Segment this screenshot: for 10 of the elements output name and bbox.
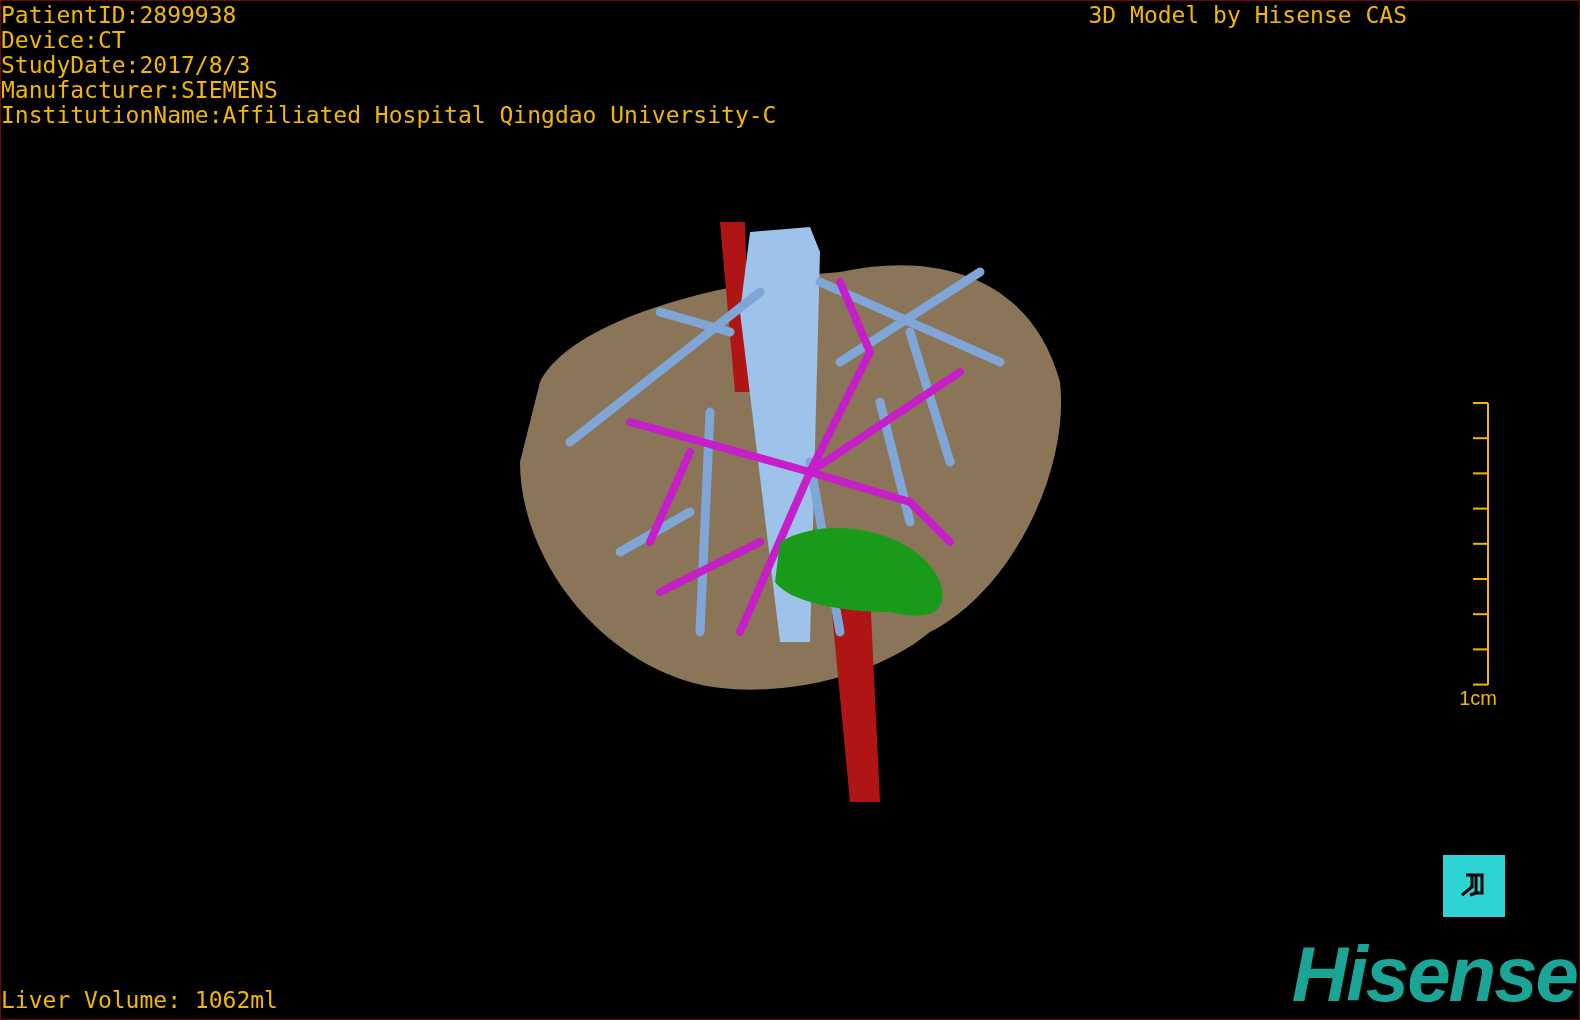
patient-info-text: StudyDate:2017/8/3 [1,53,252,78]
patient-info-text: Device:CT [1,28,127,53]
brand-logo: Hisense [1291,939,1578,1019]
model-title: 3D Model by Hisense CAS [1088,1,1407,30]
patient-info-text: PatientID:2899938 [1,3,238,28]
patient-info-text: Manufacturer:SIEMENS [1,78,279,103]
liver-volume-text: Liver Volume: 1062ml [1,988,278,1015]
view-toggle-button[interactable] [1443,855,1505,917]
scale-bar-label: 1cm [1459,686,1497,711]
patient-info-text: InstitutionName:Affiliated Hospital Qingdao University-C [1,103,777,128]
